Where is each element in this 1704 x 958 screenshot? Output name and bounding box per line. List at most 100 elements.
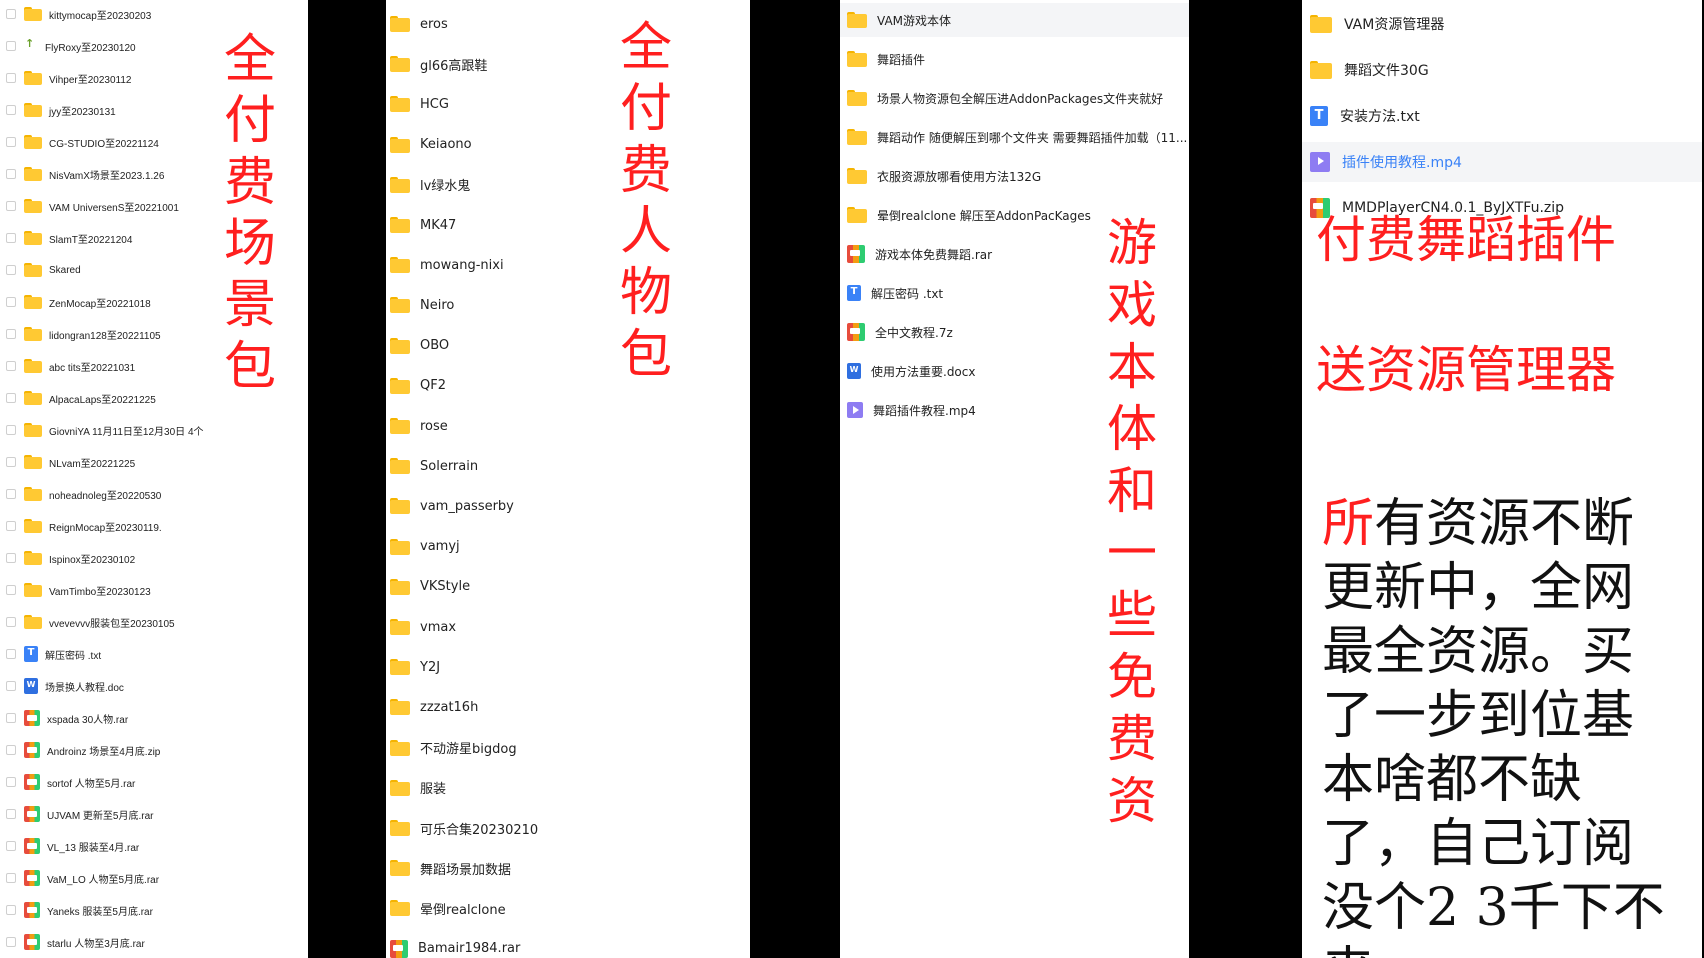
file-name: 舞蹈插件教程.mp4 xyxy=(873,403,976,418)
row-checkbox[interactable] xyxy=(6,73,16,83)
row-checkbox[interactable] xyxy=(6,41,16,51)
file-row[interactable]: lv绿水鬼 xyxy=(386,170,750,200)
row-checkbox[interactable] xyxy=(6,841,16,851)
file-row[interactable]: zzzat16h xyxy=(386,692,750,722)
file-row[interactable]: VAM资源管理器 xyxy=(1302,4,1702,44)
row-checkbox[interactable] xyxy=(6,361,16,371)
row-checkbox[interactable] xyxy=(6,617,16,627)
file-row[interactable]: starlu 人物至3月底.rar xyxy=(0,930,308,954)
file-row[interactable]: noheadnoleg至20220530 xyxy=(0,482,308,506)
row-checkbox[interactable] xyxy=(6,329,16,339)
row-checkbox[interactable] xyxy=(6,297,16,307)
row-checkbox[interactable] xyxy=(6,169,16,179)
row-checkbox[interactable] xyxy=(6,457,16,467)
file-row[interactable]: Y2J xyxy=(386,652,750,682)
file-row[interactable]: Yaneks 服装至5月底.rar xyxy=(0,898,308,922)
row-checkbox[interactable] xyxy=(6,649,16,659)
file-row[interactable]: 插件使用教程.mp4 xyxy=(1302,142,1702,182)
row-checkbox[interactable] xyxy=(6,809,16,819)
file-row[interactable]: 解压密码 .txt xyxy=(0,642,308,666)
file-row[interactable]: 晕倒realclone xyxy=(386,893,750,923)
promo-body: 所有资源不断更新中，全网最全资源。买了一步到位基本啥都不缺了，自己订阅没个2 3… xyxy=(1322,492,1682,958)
file-row[interactable]: sortof 人物至5月.rar xyxy=(0,770,308,794)
row-checkbox[interactable] xyxy=(6,489,16,499)
file-row[interactable]: rose xyxy=(386,411,750,441)
row-checkbox[interactable] xyxy=(6,905,16,915)
row-checkbox[interactable] xyxy=(6,105,16,115)
file-row[interactable]: Ispinox至20230102 xyxy=(0,546,308,570)
file-row[interactable]: QF2 xyxy=(386,371,750,401)
row-checkbox[interactable] xyxy=(6,521,16,531)
file-row[interactable]: Androinz 场景至4月底.zip xyxy=(0,738,308,762)
file-name: VAM UniversenS至20221001 xyxy=(49,202,179,214)
file-name: QF2 xyxy=(420,378,446,394)
file-row[interactable]: mowang-nixi xyxy=(386,250,750,280)
row-checkbox[interactable] xyxy=(6,713,16,723)
file-row[interactable]: ReignMocap至20230119. xyxy=(0,514,308,538)
file-row[interactable]: 舞蹈文件30G xyxy=(1302,50,1702,90)
file-row[interactable]: VamTimbo至20230123 xyxy=(0,578,308,602)
file-row[interactable]: xspada 30人物.rar xyxy=(0,706,308,730)
file-row[interactable]: 安装方法.txt xyxy=(1302,96,1702,136)
file-row[interactable]: 舞蹈动作 随便解压到哪个文件夹 需要舞蹈插件加载（11... xyxy=(840,120,1189,154)
row-checkbox[interactable] xyxy=(6,745,16,755)
row-checkbox[interactable] xyxy=(6,265,16,275)
file-row[interactable]: OBO xyxy=(386,331,750,361)
row-checkbox[interactable] xyxy=(6,553,16,563)
file-row[interactable]: vamyj xyxy=(386,532,750,562)
file-row[interactable]: VKStyle xyxy=(386,572,750,602)
row-checkbox[interactable] xyxy=(6,201,16,211)
file-name: VAM游戏本体 xyxy=(877,13,952,28)
folder-icon xyxy=(1310,15,1332,33)
file-row[interactable]: GiovniYA 11月11日至12月30日 4个 xyxy=(0,418,308,442)
doc-icon xyxy=(24,678,38,694)
file-row[interactable]: Solerrain xyxy=(386,451,750,481)
row-checkbox[interactable] xyxy=(6,937,16,947)
file-row[interactable]: Keiaono xyxy=(386,130,750,160)
row-checkbox[interactable] xyxy=(6,681,16,691)
file-row[interactable]: 不动游星bigdog xyxy=(386,733,750,763)
row-checkbox[interactable] xyxy=(6,137,16,147)
file-row[interactable]: vvevevvv服装包至20230105 xyxy=(0,610,308,634)
promo-title: 付费舞蹈插件 xyxy=(1316,211,1616,269)
file-row[interactable]: VaM_LO 人物至5月底.rar xyxy=(0,866,308,890)
row-checkbox[interactable] xyxy=(6,425,16,435)
file-name: 解压密码 .txt xyxy=(871,286,944,301)
folder-icon xyxy=(390,337,410,354)
file-name: vvevevvv服装包至20230105 xyxy=(49,618,175,630)
file-row[interactable]: 可乐合集20230210 xyxy=(386,813,750,843)
file-row[interactable]: HCG xyxy=(386,89,750,119)
file-row[interactable]: gl66高跟鞋 xyxy=(386,49,750,79)
row-checkbox[interactable] xyxy=(6,393,16,403)
file-row[interactable]: kittymocap至20230203 xyxy=(0,2,308,26)
doc-icon xyxy=(847,363,861,379)
file-row[interactable]: 舞蹈场景加数据 xyxy=(386,853,750,883)
folder-icon xyxy=(847,90,867,106)
note-char: 游 xyxy=(1107,214,1157,272)
row-checkbox[interactable] xyxy=(6,233,16,243)
file-row[interactable]: 衣服资源放哪看使用方法132G xyxy=(840,159,1189,193)
file-row[interactable]: vmax xyxy=(386,612,750,642)
folder-icon xyxy=(24,327,42,341)
file-row[interactable]: vam_passerby xyxy=(386,491,750,521)
file-name: VL_13 服装至4月.rar xyxy=(47,842,140,854)
file-row[interactable]: NLvam至20221225 xyxy=(0,450,308,474)
file-row[interactable]: 场景人物资源包全解压进AddonPackages文件夹就好 xyxy=(840,81,1189,115)
folder-icon xyxy=(390,56,410,73)
file-name: 游戏本体免费舞蹈.rar xyxy=(875,247,993,262)
file-row[interactable]: 场景换人教程.doc xyxy=(0,674,308,698)
file-row[interactable]: VL_13 服装至4月.rar xyxy=(0,834,308,858)
file-row[interactable]: MK47 xyxy=(386,210,750,240)
file-row[interactable]: Bamair1984.rar xyxy=(386,934,750,958)
file-row[interactable]: 服装 xyxy=(386,773,750,803)
file-name: sortof 人物至5月.rar xyxy=(47,778,136,790)
file-row[interactable]: VAM游戏本体 xyxy=(840,3,1189,37)
row-checkbox[interactable] xyxy=(6,9,16,19)
file-row[interactable]: eros xyxy=(386,9,750,39)
file-row[interactable]: UJVAM 更新至5月底.rar xyxy=(0,802,308,826)
row-checkbox[interactable] xyxy=(6,777,16,787)
row-checkbox[interactable] xyxy=(6,585,16,595)
file-row[interactable]: 舞蹈插件 xyxy=(840,42,1189,76)
file-row[interactable]: Neiro xyxy=(386,290,750,320)
row-checkbox[interactable] xyxy=(6,873,16,883)
